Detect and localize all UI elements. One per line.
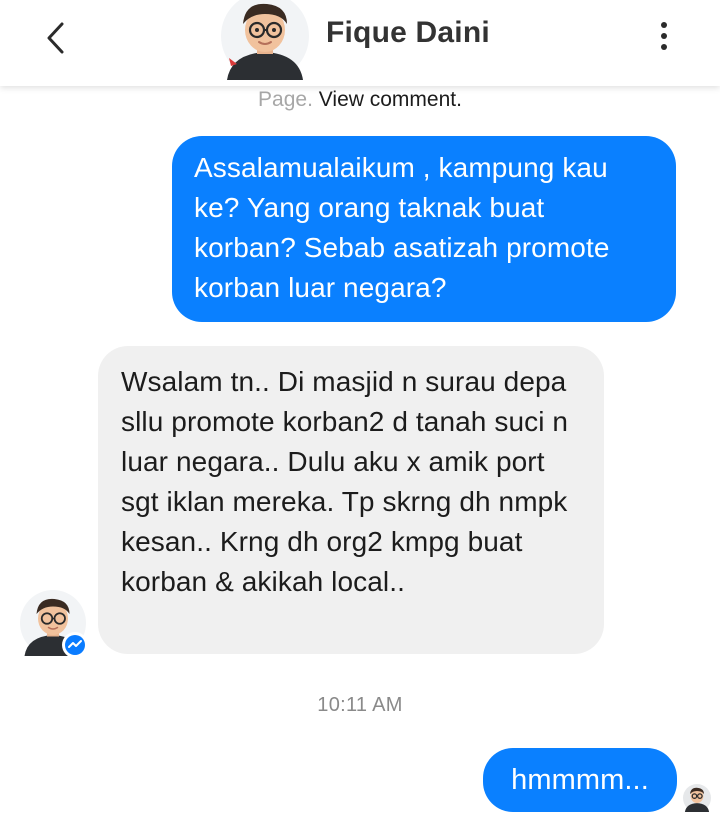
message-timestamp: 10:11 AM — [317, 694, 403, 716]
contact-name[interactable]: Fique Daini — [326, 16, 490, 50]
page-context-note: Page. View comment. — [0, 86, 720, 114]
vertical-ellipsis-icon — [661, 22, 667, 28]
outgoing-message[interactable]: hmmmm... — [483, 748, 677, 812]
outgoing-message[interactable]: Assalamualaikum , kampung kau ke? Yang o… — [172, 136, 676, 322]
conversation-header: Fique Daini — [0, 0, 720, 86]
incoming-message[interactable]: Wsalam tn.. Di masjid n surau depa sllu … — [98, 346, 604, 654]
contact-avatar[interactable] — [221, 0, 309, 80]
messenger-badge-icon — [62, 632, 88, 658]
view-comment-link[interactable]: View comment. — [319, 88, 462, 111]
page-label: Page. — [258, 88, 313, 111]
back-button[interactable] — [36, 18, 76, 58]
chevron-left-icon — [47, 22, 64, 54]
more-options-button[interactable] — [648, 18, 680, 54]
seen-indicator-avatar — [683, 784, 711, 812]
